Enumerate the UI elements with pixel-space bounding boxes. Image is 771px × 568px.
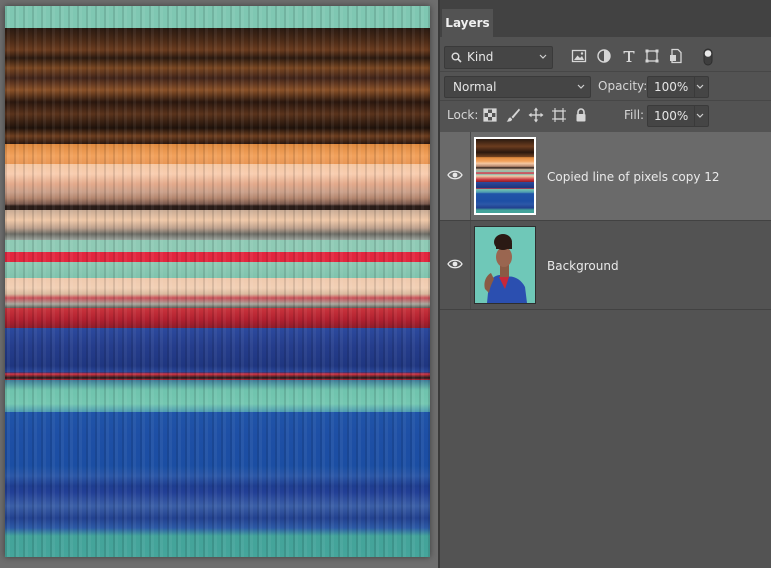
eye-icon[interactable] [447, 169, 463, 181]
layer-name[interactable]: Background [547, 259, 619, 273]
canvas-area[interactable] [0, 0, 438, 568]
fill-field[interactable]: 100% [647, 105, 709, 127]
panel-tab-bar: Layers [440, 0, 771, 37]
blend-mode-value: Normal [453, 80, 497, 94]
chevron-down-icon [577, 84, 585, 89]
thumbnail-image [476, 139, 534, 213]
visibility-divider [470, 221, 471, 309]
blend-mode-dropdown[interactable]: Normal [444, 76, 591, 98]
layer-thumbnail[interactable] [474, 226, 536, 304]
blend-row: Normal Opacity: 100% [440, 71, 771, 101]
document-canvas[interactable] [5, 6, 430, 557]
lock-position-icon[interactable] [528, 107, 544, 123]
shape-filter-icon[interactable] [644, 48, 660, 64]
visibility-divider [470, 132, 471, 220]
chevron-down-icon[interactable] [695, 77, 705, 96]
adjustment-filter-icon[interactable] [596, 48, 612, 64]
lock-image-pixels-icon[interactable] [505, 107, 521, 123]
search-icon [451, 52, 462, 63]
filter-toggle-switch[interactable] [703, 48, 713, 66]
lock-artboard-icon[interactable] [551, 107, 567, 123]
chevron-down-icon[interactable] [695, 106, 705, 125]
chevron-down-icon [539, 54, 547, 59]
kind-filter-value: Kind [467, 50, 494, 64]
filter-row: Kind [440, 42, 771, 71]
kind-filter-dropdown[interactable]: Kind [444, 46, 553, 69]
smart-object-filter-icon[interactable] [668, 48, 684, 64]
layers-panel: Layers Kind Normal Opacity: 100% Lock: F… [440, 0, 771, 568]
opacity-field[interactable]: 100% [647, 76, 709, 98]
tab-layers[interactable]: Layers [442, 9, 493, 37]
fill-label: Fill: [624, 108, 645, 122]
layer-thumbnail[interactable] [474, 137, 536, 215]
opacity-label: Opacity: [598, 79, 648, 93]
fill-value[interactable]: 100% [654, 106, 688, 126]
lock-transparent-pixels-icon[interactable] [482, 107, 498, 123]
lock-label: Lock: [447, 108, 479, 122]
opacity-value[interactable]: 100% [654, 77, 688, 97]
layer-name[interactable]: Copied line of pixels copy 12 [547, 170, 720, 184]
layer-row[interactable]: Background [440, 221, 771, 310]
lock-row: Lock: Fill: 100% [440, 100, 771, 130]
eye-icon[interactable] [447, 258, 463, 270]
layer-row[interactable]: Copied line of pixels copy 12 [440, 132, 771, 221]
lock-all-icon[interactable] [573, 107, 589, 123]
image-filter-icon[interactable] [571, 48, 587, 64]
portrait-thumbnail-image [475, 227, 535, 303]
type-filter-icon[interactable] [621, 48, 637, 64]
